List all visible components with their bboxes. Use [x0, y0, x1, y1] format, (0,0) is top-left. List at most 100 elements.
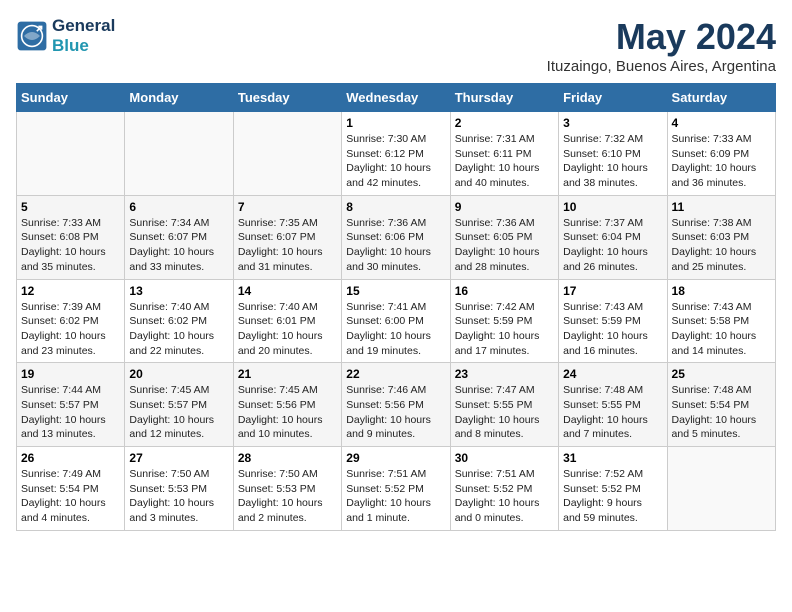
day-info: Sunrise: 7:33 AMSunset: 6:08 PMDaylight:… [21, 216, 120, 275]
day-info: Sunrise: 7:32 AMSunset: 6:10 PMDaylight:… [563, 132, 662, 191]
calendar-cell: 18 Sunrise: 7:43 AMSunset: 5:58 PMDayligh… [667, 279, 775, 363]
day-info: Sunrise: 7:40 AMSunset: 6:01 PMDaylight:… [238, 300, 337, 359]
day-number: 21 [238, 367, 337, 381]
day-number: 5 [21, 200, 120, 214]
day-number: 25 [672, 367, 771, 381]
day-info: Sunrise: 7:30 AMSunset: 6:12 PMDaylight:… [346, 132, 445, 191]
day-number: 24 [563, 367, 662, 381]
calendar-cell: 26Sunrise: 7:49 AMSunset: 5:54 PMDayligh… [17, 447, 125, 531]
day-number: 8 [346, 200, 445, 214]
calendar-cell: 27Sunrise: 7:50 AMSunset: 5:53 PMDayligh… [125, 447, 233, 531]
day-header-saturday: Saturday [667, 84, 775, 112]
day-number: 18 [672, 284, 771, 298]
week-row-1: 1 Sunrise: 7:30 AMSunset: 6:12 PMDaylight… [17, 112, 776, 196]
day-info: Sunrise: 7:33 AMSunset: 6:09 PMDaylight:… [672, 132, 771, 191]
day-info: Sunrise: 7:41 AMSunset: 6:00 PMDaylight:… [346, 300, 445, 359]
calendar-cell: 9Sunrise: 7:36 AMSunset: 6:05 PMDaylight… [450, 195, 558, 279]
day-number: 12 [21, 284, 120, 298]
day-info: Sunrise: 7:43 AMSunset: 5:59 PMDaylight:… [563, 300, 662, 359]
calendar-cell: 8 Sunrise: 7:36 AMSunset: 6:06 PMDaylight… [342, 195, 450, 279]
day-info: Sunrise: 7:38 AMSunset: 6:03 PMDaylight:… [672, 216, 771, 275]
day-number: 10 [563, 200, 662, 214]
calendar-cell: 22 Sunrise: 7:46 AMSunset: 5:56 PMDayligh… [342, 363, 450, 447]
calendar-cell: 16 Sunrise: 7:42 AMSunset: 5:59 PMDayligh… [450, 279, 558, 363]
calendar-cell: 10 Sunrise: 7:37 AMSunset: 6:04 PMDayligh… [559, 195, 667, 279]
calendar-cell: 17Sunrise: 7:43 AMSunset: 5:59 PMDayligh… [559, 279, 667, 363]
calendar-cell [667, 447, 775, 531]
calendar-cell: 11 Sunrise: 7:38 AMSunset: 6:03 PMDayligh… [667, 195, 775, 279]
day-info: Sunrise: 7:48 AMSunset: 5:54 PMDaylight:… [672, 383, 771, 442]
day-header-friday: Friday [559, 84, 667, 112]
day-info: Sunrise: 7:36 AMSunset: 6:06 PMDaylight:… [346, 216, 445, 275]
calendar-cell: 30Sunrise: 7:51 AMSunset: 5:52 PMDayligh… [450, 447, 558, 531]
logo-text: General Blue [52, 16, 115, 56]
day-header-wednesday: Wednesday [342, 84, 450, 112]
calendar-cell: 13 Sunrise: 7:40 AMSunset: 6:02 PMDayligh… [125, 279, 233, 363]
day-number: 31 [563, 451, 662, 465]
calendar-cell [233, 112, 341, 196]
calendar-cell [17, 112, 125, 196]
day-info: Sunrise: 7:48 AMSunset: 5:55 PMDaylight:… [563, 383, 662, 442]
day-info: Sunrise: 7:37 AMSunset: 6:04 PMDaylight:… [563, 216, 662, 275]
day-number: 22 [346, 367, 445, 381]
day-info: Sunrise: 7:50 AMSunset: 5:53 PMDaylight:… [238, 467, 337, 526]
day-number: 2 [455, 116, 554, 130]
day-number: 30 [455, 451, 554, 465]
calendar-cell: 4 Sunrise: 7:33 AMSunset: 6:09 PMDaylight… [667, 112, 775, 196]
day-info: Sunrise: 7:35 AMSunset: 6:07 PMDaylight:… [238, 216, 337, 275]
day-number: 4 [672, 116, 771, 130]
calendar-cell: 3 Sunrise: 7:32 AMSunset: 6:10 PMDaylight… [559, 112, 667, 196]
day-number: 13 [129, 284, 228, 298]
day-number: 6 [129, 200, 228, 214]
calendar-cell: 19 Sunrise: 7:44 AMSunset: 5:57 PMDayligh… [17, 363, 125, 447]
calendar-cell: 1 Sunrise: 7:30 AMSunset: 6:12 PMDaylight… [342, 112, 450, 196]
day-info: Sunrise: 7:52 AMSunset: 5:52 PMDaylight:… [563, 467, 662, 526]
day-header-monday: Monday [125, 84, 233, 112]
day-number: 23 [455, 367, 554, 381]
day-info: Sunrise: 7:47 AMSunset: 5:55 PMDaylight:… [455, 383, 554, 442]
calendar-cell: 14 Sunrise: 7:40 AMSunset: 6:01 PMDayligh… [233, 279, 341, 363]
calendar-cell: 5 Sunrise: 7:33 AMSunset: 6:08 PMDaylight… [17, 195, 125, 279]
day-number: 20 [129, 367, 228, 381]
calendar-cell: 2Sunrise: 7:31 AMSunset: 6:11 PMDaylight… [450, 112, 558, 196]
week-row-3: 12 Sunrise: 7:39 AMSunset: 6:02 PMDayligh… [17, 279, 776, 363]
calendar-cell: 12 Sunrise: 7:39 AMSunset: 6:02 PMDayligh… [17, 279, 125, 363]
day-number: 28 [238, 451, 337, 465]
day-number: 26 [21, 451, 120, 465]
day-number: 3 [563, 116, 662, 130]
day-header-thursday: Thursday [450, 84, 558, 112]
main-title: May 2024 [547, 16, 776, 58]
day-info: Sunrise: 7:51 AMSunset: 5:52 PMDaylight:… [346, 467, 445, 526]
day-info: Sunrise: 7:43 AMSunset: 5:58 PMDaylight:… [672, 300, 771, 359]
day-info: Sunrise: 7:44 AMSunset: 5:57 PMDaylight:… [21, 383, 120, 442]
day-info: Sunrise: 7:39 AMSunset: 6:02 PMDaylight:… [21, 300, 120, 359]
calendar-cell: 20Sunrise: 7:45 AMSunset: 5:57 PMDayligh… [125, 363, 233, 447]
day-number: 19 [21, 367, 120, 381]
subtitle: Ituzaingo, Buenos Aires, Argentina [547, 58, 776, 75]
day-number: 7 [238, 200, 337, 214]
day-number: 29 [346, 451, 445, 465]
week-row-4: 19 Sunrise: 7:44 AMSunset: 5:57 PMDayligh… [17, 363, 776, 447]
calendar-table: SundayMondayTuesdayWednesdayThursdayFrid… [16, 83, 776, 531]
calendar-cell: 21 Sunrise: 7:45 AMSunset: 5:56 PMDayligh… [233, 363, 341, 447]
calendar-cell: 7 Sunrise: 7:35 AMSunset: 6:07 PMDaylight… [233, 195, 341, 279]
calendar-cell: 15Sunrise: 7:41 AMSunset: 6:00 PMDayligh… [342, 279, 450, 363]
calendar-cell [125, 112, 233, 196]
day-number: 16 [455, 284, 554, 298]
day-info: Sunrise: 7:42 AMSunset: 5:59 PMDaylight:… [455, 300, 554, 359]
day-info: Sunrise: 7:50 AMSunset: 5:53 PMDaylight:… [129, 467, 228, 526]
day-info: Sunrise: 7:45 AMSunset: 5:56 PMDaylight:… [238, 383, 337, 442]
calendar-cell: 28 Sunrise: 7:50 AMSunset: 5:53 PMDayligh… [233, 447, 341, 531]
day-number: 1 [346, 116, 445, 130]
days-header-row: SundayMondayTuesdayWednesdayThursdayFrid… [17, 84, 776, 112]
day-number: 14 [238, 284, 337, 298]
logo-icon [16, 20, 48, 52]
calendar-cell: 6Sunrise: 7:34 AMSunset: 6:07 PMDaylight… [125, 195, 233, 279]
day-number: 11 [672, 200, 771, 214]
day-info: Sunrise: 7:36 AMSunset: 6:05 PMDaylight:… [455, 216, 554, 275]
day-info: Sunrise: 7:46 AMSunset: 5:56 PMDaylight:… [346, 383, 445, 442]
week-row-2: 5 Sunrise: 7:33 AMSunset: 6:08 PMDaylight… [17, 195, 776, 279]
day-info: Sunrise: 7:40 AMSunset: 6:02 PMDaylight:… [129, 300, 228, 359]
day-header-sunday: Sunday [17, 84, 125, 112]
logo: General Blue [16, 16, 115, 56]
